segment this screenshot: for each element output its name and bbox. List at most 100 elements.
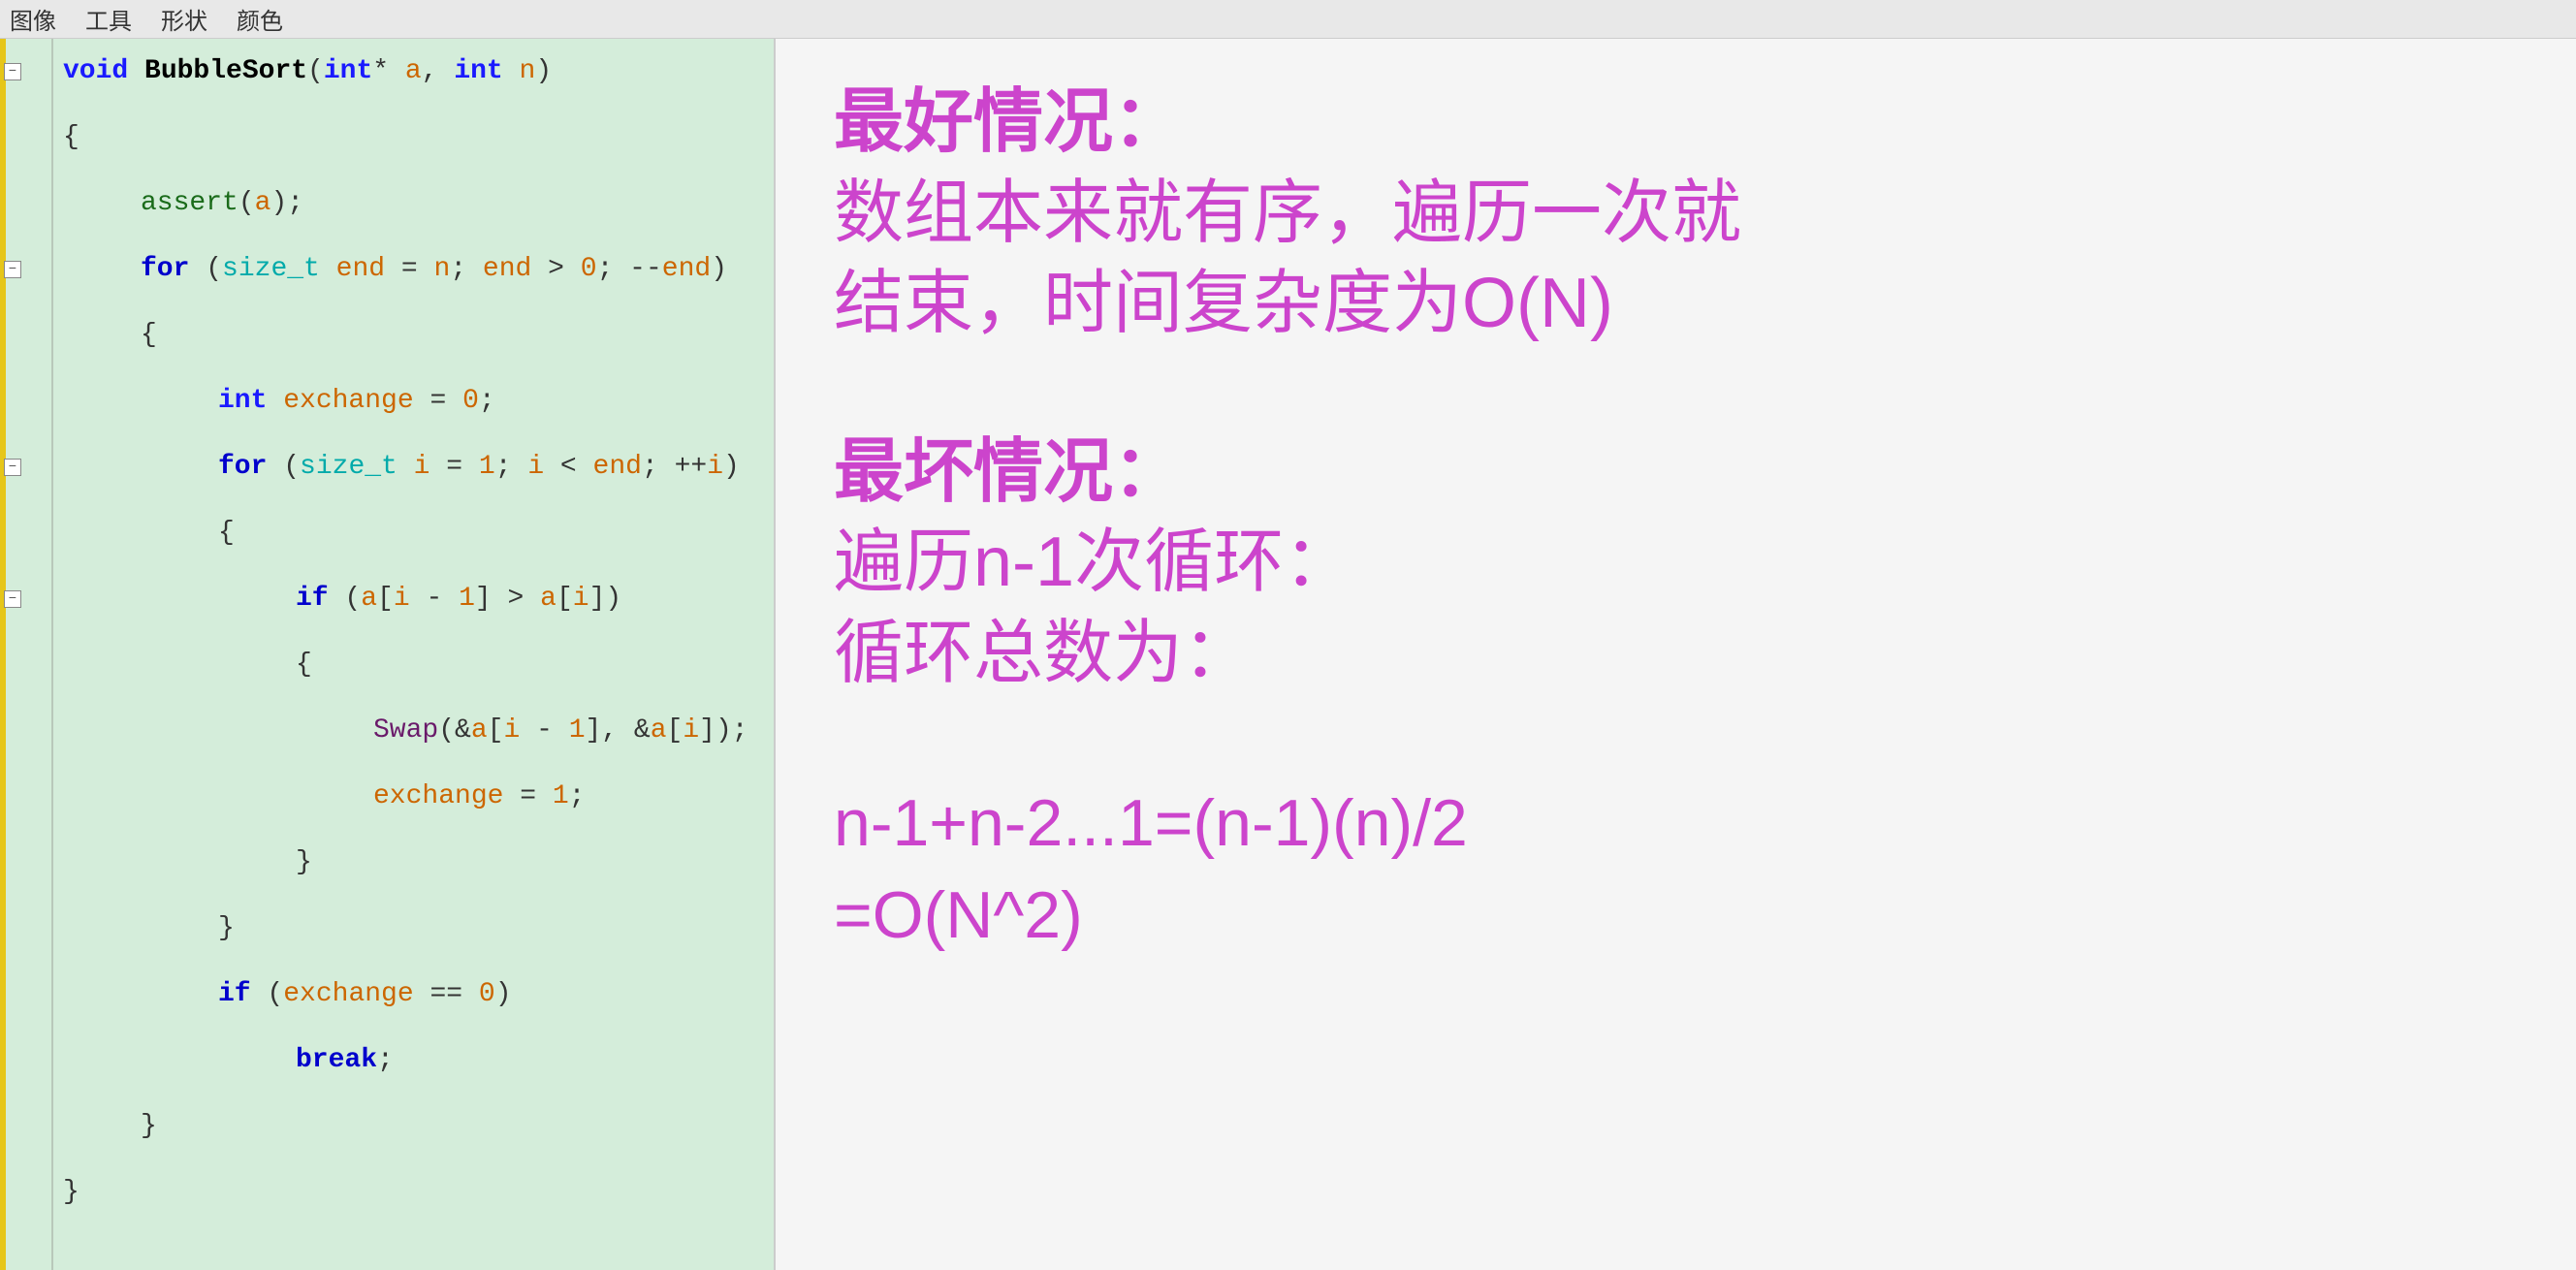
- code-panel: − − − −: [0, 39, 776, 1270]
- gutter-row-17: [0, 1094, 51, 1159]
- fn-swap: Swap: [373, 717, 438, 745]
- code-line-5: {: [63, 302, 764, 368]
- param-n: n: [520, 58, 536, 85]
- collapse-btn-1[interactable]: −: [4, 63, 21, 80]
- menu-item-color[interactable]: 颜色: [237, 2, 283, 36]
- var-exchange: exchange: [283, 388, 413, 415]
- var-a-2: a: [540, 586, 557, 613]
- kw-if-1: if: [296, 586, 344, 613]
- var-exchange-3: exchange: [283, 981, 413, 1008]
- var-end-4: end: [593, 454, 642, 481]
- kw-void: void: [63, 58, 144, 85]
- code-line-6: int exchange = 0 ;: [63, 368, 764, 434]
- code-line-16: break ;: [63, 1028, 764, 1094]
- code-line-1: void BubbleSort ( int * a , int n ): [63, 39, 764, 105]
- menu-item-image[interactable]: 图像: [10, 2, 56, 36]
- line-gutter: − − − −: [0, 39, 53, 1270]
- kw-if-2: if: [218, 981, 267, 1008]
- code-line-8: {: [63, 500, 764, 566]
- kw-int-1: int: [324, 58, 372, 85]
- code-line-12: exchange = 1 ;: [63, 764, 764, 830]
- var-a-1: a: [361, 586, 377, 613]
- code-line-18: }: [63, 1159, 764, 1225]
- kw-for-2: for: [218, 454, 283, 481]
- code-line-11: Swap (& a [ i - 1 ], & a [ i ]);: [63, 698, 764, 764]
- code-line-2: {: [63, 105, 764, 171]
- var-end-3: end: [662, 256, 711, 283]
- var-i-6: i: [503, 717, 520, 745]
- gutter-row-8: [0, 500, 51, 566]
- gutter-row-10: [0, 632, 51, 698]
- math-formula-1: n-1+n-2...1=(n-1)(n)/2: [834, 778, 2518, 870]
- fn-assert: assert: [141, 190, 239, 217]
- kw-for-1: for: [141, 256, 206, 283]
- kw-size_t-2: size_t: [300, 454, 414, 481]
- num-0-2: 0: [462, 388, 479, 415]
- math-formula-2: =O(N^2): [834, 870, 2518, 962]
- var-n-1: n: [434, 256, 451, 283]
- kw-int-3: int: [218, 388, 283, 415]
- menu-item-tools[interactable]: 工具: [85, 2, 132, 36]
- code-line-10: {: [63, 632, 764, 698]
- gutter-row-16: [0, 1028, 51, 1094]
- gutter-row-15: [0, 962, 51, 1028]
- gutter-row-13: [0, 830, 51, 896]
- var-i: i: [414, 454, 430, 481]
- main-container: − − − −: [0, 39, 2576, 1270]
- collapse-btn-9[interactable]: −: [4, 590, 21, 608]
- num-1: 1: [479, 454, 495, 481]
- code-line-9: if ( a [ i - 1 ] > a [ i ]): [63, 566, 764, 632]
- var-i-4: i: [394, 586, 410, 613]
- gutter-row-11: [0, 698, 51, 764]
- var-a-4: a: [651, 717, 667, 745]
- worst-case-title: 最坏情况：: [834, 428, 2518, 519]
- best-case-title: 最好情况：: [834, 78, 2518, 169]
- param-a: a: [405, 58, 422, 85]
- gutter-row-1: −: [0, 39, 51, 105]
- kw-break: break: [296, 1047, 377, 1074]
- gutter-row-4: −: [0, 237, 51, 302]
- code-line-13: }: [63, 830, 764, 896]
- num-1-3: 1: [569, 717, 586, 745]
- gutter-row-2: [0, 105, 51, 171]
- collapse-btn-7[interactable]: −: [4, 459, 21, 476]
- worst-case-block: 最坏情况： 遍历n-1次循环： 循环总数为：: [834, 428, 2518, 700]
- gutter-row-9: −: [0, 566, 51, 632]
- code-line-15: if ( exchange == 0 ): [63, 962, 764, 1028]
- var-a-3: a: [471, 717, 488, 745]
- gutter-row-3: [0, 171, 51, 237]
- best-case-block: 最好情况： 数组本来就有序，遍历一次就 结束，时间复杂度为O(N): [834, 78, 2518, 350]
- code-content: void BubbleSort ( int * a , int n ) { as…: [53, 39, 774, 1270]
- var-end-2: end: [483, 256, 531, 283]
- collapse-btn-4[interactable]: −: [4, 261, 21, 278]
- menu-item-shape[interactable]: 形状: [161, 2, 207, 36]
- kw-int-2: int: [454, 58, 519, 85]
- right-panel: 最好情况： 数组本来就有序，遍历一次就 结束，时间复杂度为O(N) 最坏情况： …: [776, 39, 2576, 1270]
- worst-case-text1: 遍历n-1次循环：: [834, 518, 2518, 609]
- num-1-4: 1: [553, 783, 569, 810]
- var-i-5: i: [573, 586, 589, 613]
- code-line-4: for ( size_t end = n ; end > 0 ; -- end …: [63, 237, 764, 302]
- gutter-row-6: [0, 368, 51, 434]
- num-0-1: 0: [581, 256, 597, 283]
- fn-bubblesort: BubbleSort: [144, 58, 307, 85]
- code-line-3: assert ( a );: [63, 171, 764, 237]
- best-case-text2: 结束，时间复杂度为O(N): [834, 259, 2518, 350]
- best-case-text1: 数组本来就有序，遍历一次就: [834, 169, 2518, 260]
- gutter-row-7: −: [0, 434, 51, 500]
- menu-bar: 图像 工具 形状 颜色: [0, 0, 2576, 39]
- spacer-1: [834, 379, 2518, 408]
- code-line-7: for ( size_t i = 1 ; i < end ; ++ i ): [63, 434, 764, 500]
- var-exchange-2: exchange: [373, 783, 503, 810]
- gutter-row-12: [0, 764, 51, 830]
- var-end: end: [336, 256, 385, 283]
- var-i-7: i: [683, 717, 699, 745]
- num-0-3: 0: [479, 981, 495, 1008]
- var-i-2: i: [527, 454, 544, 481]
- num-1-2: 1: [459, 586, 475, 613]
- code-line-14: }: [63, 896, 764, 962]
- gutter-row-18: [0, 1159, 51, 1225]
- gutter-row-14: [0, 896, 51, 962]
- var-i-3: i: [707, 454, 723, 481]
- gutter-row-5: [0, 302, 51, 368]
